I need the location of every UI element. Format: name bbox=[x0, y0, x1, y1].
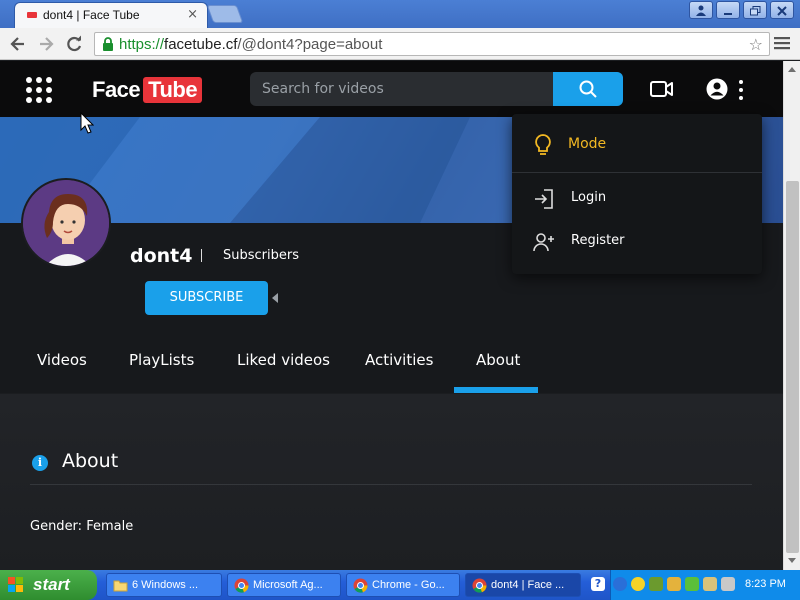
url-text: https://facetube.cf/@dont4?page=about bbox=[119, 36, 382, 53]
taskbar-item-label: Chrome - Go... bbox=[372, 579, 445, 591]
channel-tabs: Videos PlayLists Liked videos Activities… bbox=[0, 338, 783, 394]
menu-item-login[interactable]: Login bbox=[512, 179, 762, 219]
login-icon bbox=[535, 189, 553, 209]
minimize-icon[interactable] bbox=[716, 1, 740, 19]
url-path: /@dont4?page=about bbox=[237, 36, 383, 53]
taskbar-item-facetube[interactable]: dont4 | Face ... bbox=[465, 573, 581, 597]
subscribe-button[interactable]: SUBSCRIBE bbox=[145, 281, 268, 315]
lightbulb-icon bbox=[535, 134, 551, 155]
folder-icon bbox=[113, 580, 128, 592]
header-divider bbox=[201, 249, 202, 262]
smiley-icon[interactable] bbox=[631, 577, 645, 591]
account-icon[interactable] bbox=[706, 78, 728, 100]
lock-icon bbox=[103, 37, 113, 51]
network-icon[interactable] bbox=[703, 577, 717, 591]
tab-videos[interactable]: Videos bbox=[37, 351, 87, 369]
window-controls bbox=[689, 1, 794, 19]
windows-flag-icon bbox=[8, 577, 23, 592]
apps-grid-icon[interactable] bbox=[26, 77, 52, 103]
browser-tab-active[interactable]: dont4 | Face Tube × bbox=[14, 2, 208, 28]
info-icon: i bbox=[32, 455, 48, 471]
start-label: start bbox=[33, 575, 70, 594]
account-dropdown-menu: Mode Login Register bbox=[512, 114, 762, 274]
taskbar-item-label: 6 Windows ... bbox=[132, 579, 199, 591]
menu-item-register[interactable]: Register bbox=[512, 222, 762, 262]
tree-icon[interactable] bbox=[649, 577, 663, 591]
channel-username: dont4 bbox=[130, 245, 193, 267]
forward-icon[interactable] bbox=[36, 34, 56, 54]
about-section bbox=[0, 394, 783, 570]
about-heading: About bbox=[62, 450, 119, 472]
taskbar-item-microsoft[interactable]: Microsoft Ag... bbox=[227, 573, 341, 597]
search-box bbox=[250, 72, 623, 106]
start-button[interactable]: start bbox=[0, 570, 97, 600]
avatar[interactable] bbox=[21, 178, 111, 268]
character-icon[interactable] bbox=[667, 577, 681, 591]
site-logo[interactable]: Face Tube bbox=[92, 76, 203, 104]
active-tab-indicator bbox=[454, 387, 538, 393]
scroll-up-arrow-icon[interactable] bbox=[788, 67, 796, 72]
page-scrollbar[interactable] bbox=[783, 61, 800, 570]
help-icon[interactable]: ? bbox=[591, 577, 605, 591]
chrome-icon bbox=[353, 578, 368, 593]
puzzle-icon[interactable] bbox=[685, 577, 699, 591]
gender-text: Gender: Female bbox=[30, 519, 134, 534]
taskbar-item-label: Microsoft Ag... bbox=[253, 579, 323, 591]
taskbar-item-windows[interactable]: 6 Windows ... bbox=[106, 573, 222, 597]
upload-video-icon[interactable] bbox=[650, 80, 674, 98]
tab-activities[interactable]: Activities bbox=[365, 351, 433, 369]
back-icon[interactable] bbox=[8, 34, 28, 54]
facetube-favicon bbox=[27, 12, 37, 18]
search-button[interactable] bbox=[553, 72, 623, 106]
tab-about[interactable]: About bbox=[476, 351, 520, 369]
menu-item-mode[interactable]: Mode bbox=[512, 125, 762, 165]
windows-taskbar: start 6 Windows ... Microsoft Ag... Chro… bbox=[0, 570, 800, 600]
reload-icon[interactable] bbox=[64, 34, 84, 54]
subscribers-label: Subscribers bbox=[223, 248, 299, 263]
menu-item-mode-label: Mode bbox=[568, 136, 607, 152]
more-options-icon[interactable] bbox=[738, 80, 744, 100]
logo-face-text: Face bbox=[92, 77, 141, 102]
restore-icon[interactable] bbox=[743, 1, 767, 19]
taskbar-clock: 8:23 PM bbox=[745, 578, 786, 590]
shield-icon[interactable] bbox=[721, 577, 735, 591]
browser-tabstrip: dont4 | Face Tube × bbox=[0, 0, 800, 28]
logo-tube-text: Tube bbox=[143, 77, 203, 103]
browser-toolbar: https://facetube.cf/@dont4?page=about ☆ bbox=[0, 28, 800, 60]
menu-item-login-label: Login bbox=[571, 190, 607, 205]
chrome-icon bbox=[234, 578, 249, 593]
taskbar-item-label: dont4 | Face ... bbox=[491, 579, 565, 591]
search-input[interactable] bbox=[250, 72, 553, 106]
tab-close-icon[interactable]: × bbox=[187, 7, 198, 22]
chrome-icon bbox=[472, 578, 487, 593]
url-host: facetube.cf bbox=[164, 36, 238, 53]
mouse-cursor-icon bbox=[80, 112, 94, 134]
menu-item-register-label: Register bbox=[571, 233, 625, 248]
scroll-down-arrow-icon[interactable] bbox=[788, 558, 796, 563]
back-arrow-icon[interactable] bbox=[613, 577, 627, 591]
tab-playlists[interactable]: PlayLists bbox=[129, 351, 194, 369]
person-icon[interactable] bbox=[689, 1, 713, 19]
scrollbar-thumb[interactable] bbox=[786, 181, 799, 553]
add-user-icon bbox=[533, 233, 554, 252]
dropdown-divider bbox=[512, 172, 762, 173]
taskbar-item-chrome[interactable]: Chrome - Go... bbox=[346, 573, 460, 597]
close-icon[interactable] bbox=[770, 1, 794, 19]
about-divider bbox=[30, 484, 752, 485]
url-scheme: https:// bbox=[119, 36, 165, 53]
site-header: Face Tube bbox=[0, 61, 783, 117]
search-icon bbox=[579, 80, 597, 98]
tab-liked-videos[interactable]: Liked videos bbox=[237, 351, 330, 369]
system-tray: ? 8:23 PM bbox=[591, 570, 800, 600]
browser-menu-icon[interactable] bbox=[774, 36, 790, 50]
subscriber-count-pointer bbox=[272, 293, 278, 303]
address-bar[interactable]: https://facetube.cf/@dont4?page=about ☆ bbox=[94, 32, 770, 56]
bookmark-star-icon[interactable]: ☆ bbox=[749, 35, 763, 54]
browser-tab-title: dont4 | Face Tube bbox=[43, 8, 140, 22]
new-tab-button[interactable] bbox=[206, 5, 244, 23]
